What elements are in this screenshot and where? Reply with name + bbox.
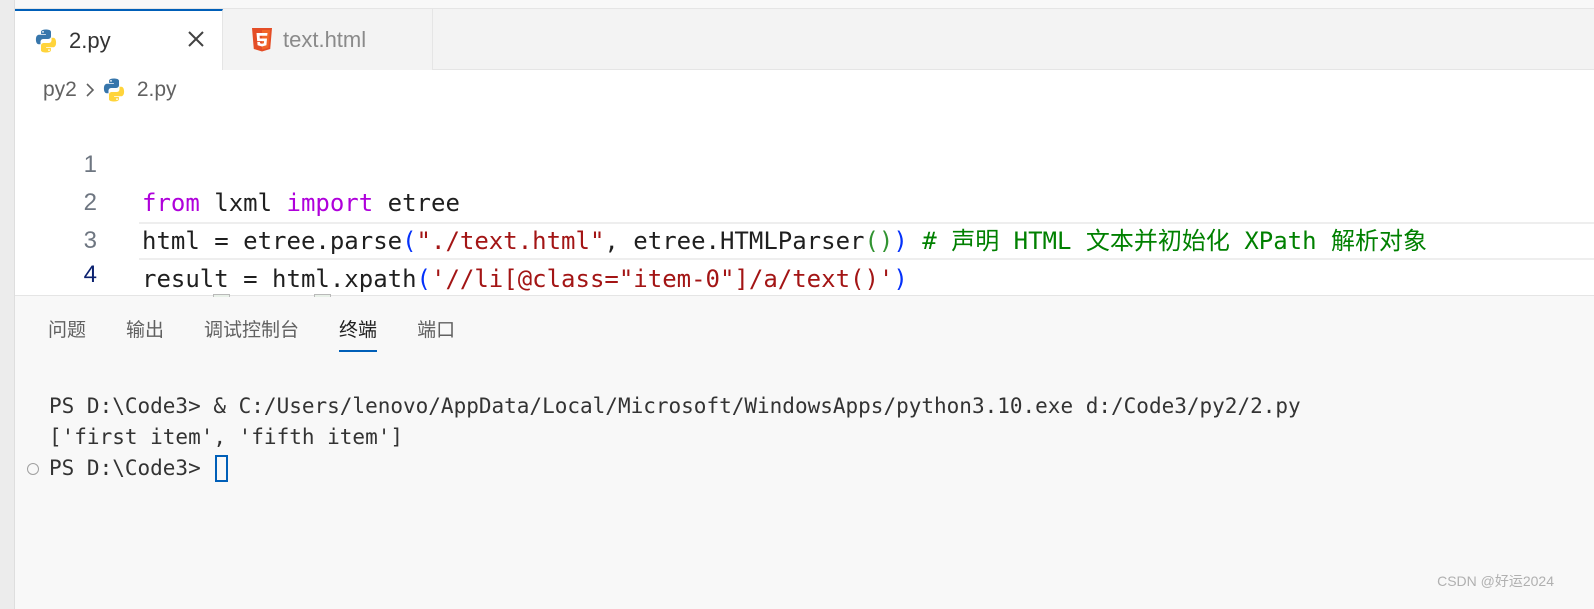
terminal-text: PS D:\Code3> & C:/Users/lenovo/AppData/L… (49, 394, 1301, 418)
tab-ports[interactable]: 端口 (417, 315, 455, 352)
terminal-text: ['first item', 'fifth item'] (49, 425, 404, 449)
tab-output[interactable]: 输出 (126, 315, 164, 352)
code-line-3[interactable]: 3 result = html.xpath('//li[@class="item… (15, 184, 1594, 293)
tab-label: 2.py (69, 27, 111, 53)
terminal-line: PS D:\Code3> & C:/Users/lenovo/AppData/L… (15, 391, 1594, 422)
activity-strip (0, 0, 15, 609)
code-lines[interactable]: 1 from lxml import etree 2 html = etree.… (15, 108, 1594, 330)
code-line-4[interactable]: 4 print(result) (84, 222, 1594, 324)
close-icon[interactable] (182, 25, 210, 53)
terminal-line: PS D:\Code3> (15, 453, 1594, 484)
tab-2-py[interactable]: 2.py (15, 9, 223, 70)
html5-icon (251, 27, 273, 53)
python-icon (33, 28, 59, 54)
chevron-right-icon (85, 82, 95, 98)
code-line-2[interactable]: 2 html = etree.parse("./text.html", etre… (15, 146, 1594, 255)
watermark: CSDN @好运2024 (1437, 573, 1554, 589)
command-decoration-icon[interactable] (27, 463, 39, 475)
editor-tab-bar: 2.py text.html (15, 8, 1594, 70)
tab-debug-console[interactable]: 调试控制台 (204, 315, 299, 352)
breadcrumb-folder[interactable]: py2 (43, 78, 77, 102)
tab-label: text.html (283, 26, 367, 52)
tab-text-html[interactable]: text.html (223, 9, 433, 70)
bottom-panel: 问题 输出 调试控制台 终端 端口 PS D:\Code3> & C:/User… (15, 297, 1594, 609)
code-line-1[interactable]: 1 from lxml import etree (15, 108, 1594, 217)
tab-terminal[interactable]: 终端 (339, 315, 378, 352)
panel-tab-bar: 问题 输出 调试控制台 终端 端口 (48, 315, 495, 352)
python-icon (101, 77, 127, 103)
terminal-line: ['first item', 'fifth item'] (15, 422, 1594, 453)
breadcrumb-file[interactable]: 2.py (101, 77, 177, 103)
terminal-cursor (215, 454, 229, 482)
terminal[interactable]: PS D:\Code3> & C:/Users/lenovo/AppData/L… (15, 391, 1594, 484)
terminal-text: PS D:\Code3> (49, 456, 214, 480)
breadcrumb-file-label: 2.py (136, 78, 177, 101)
line-number: 3 (83, 227, 97, 254)
code-editor[interactable]: py2 2.py 1 from lxml import etree 2 html… (15, 70, 1594, 330)
tab-problems[interactable]: 问题 (48, 315, 86, 352)
breadcrumb: py2 2.py (43, 76, 177, 104)
code-line-5[interactable]: 5 (15, 260, 1594, 330)
